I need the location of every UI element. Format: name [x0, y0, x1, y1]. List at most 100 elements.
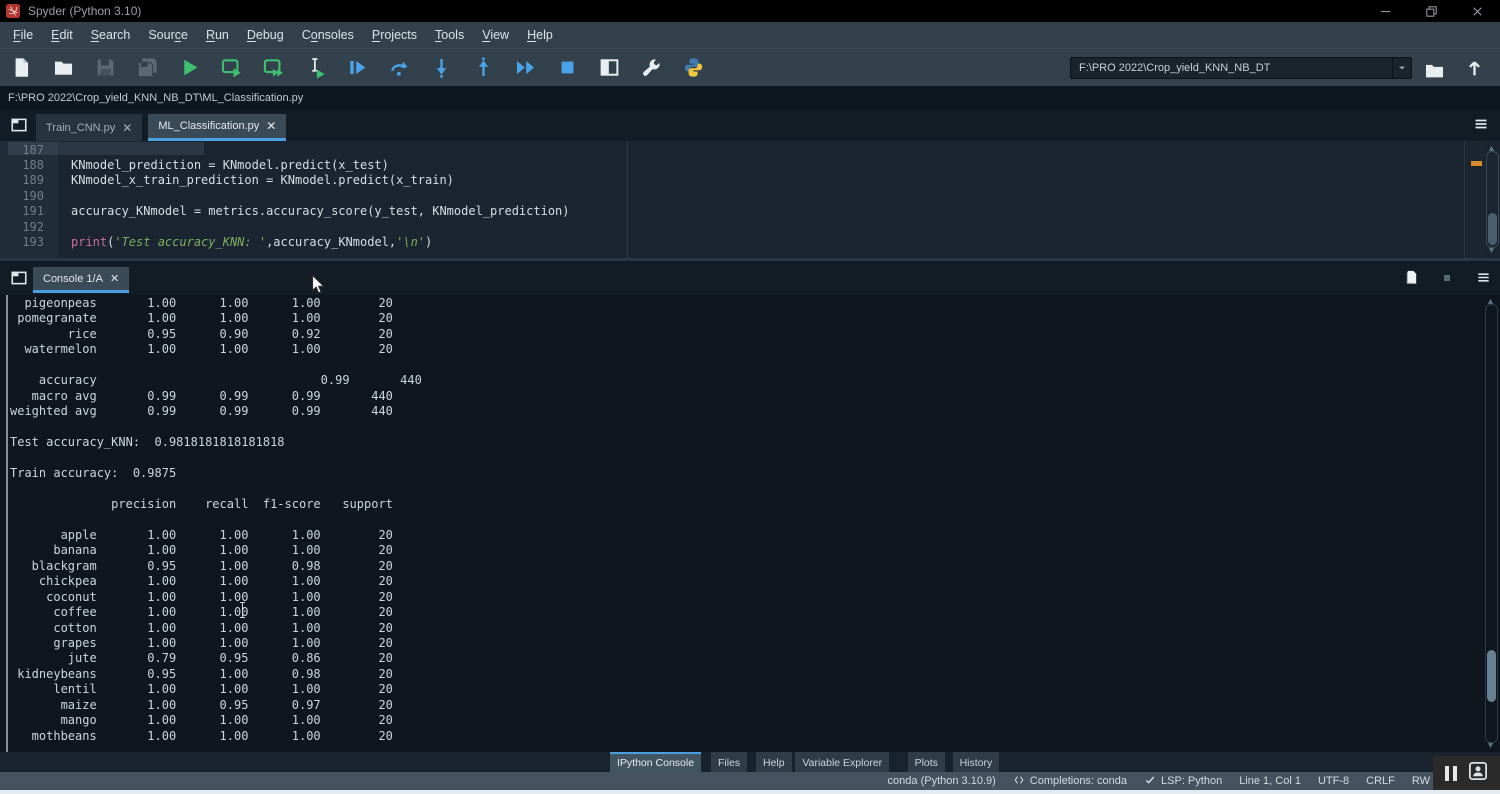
- preferences-button[interactable]: [630, 53, 672, 83]
- text-cursor: [239, 602, 246, 618]
- window-title: Spyder (Python 3.10): [28, 4, 141, 18]
- bottom-tab-files[interactable]: Files: [711, 752, 747, 772]
- interrupt-kernel-icon[interactable]: [1441, 271, 1453, 289]
- line-number: 190: [0, 189, 44, 204]
- console-tab[interactable]: Console 1/A ✕: [33, 267, 129, 293]
- run-selection-button[interactable]: [294, 53, 336, 83]
- menu-source[interactable]: Source: [139, 22, 197, 48]
- line-number: 189: [0, 173, 44, 188]
- menu-projects[interactable]: Projects: [363, 22, 426, 48]
- code-text: accuracy_KNmodel = metrics.accuracy_scor…: [44, 204, 570, 219]
- browse-console-tabs-icon[interactable]: [9, 269, 29, 287]
- code-text: print('Test accuracy_KNN: ',accuracy_KNm…: [44, 235, 432, 250]
- spyder-logo-icon: [6, 4, 20, 18]
- console-pane-icons: [1404, 269, 1492, 290]
- menubar: FileEditSearchSourceRunDebugConsolesProj…: [0, 22, 1500, 48]
- code-line-193[interactable]: 193print('Test accuracy_KNN: ',accuracy_…: [0, 235, 1450, 250]
- bottom-strip: [0, 790, 1500, 794]
- console-scrollbar[interactable]: ▲ ▼: [1484, 295, 1500, 752]
- window-controls: [1362, 0, 1500, 22]
- line-number: 187: [0, 143, 44, 158]
- step-into-button[interactable]: [420, 53, 462, 83]
- console-left-border: [6, 295, 8, 752]
- webcam-icon[interactable]: [1468, 761, 1488, 786]
- console-options-menu-icon[interactable]: [1475, 270, 1492, 290]
- step-out-button[interactable]: [462, 53, 504, 83]
- code-line-191[interactable]: 191accuracy_KNmodel = metrics.accuracy_s…: [0, 204, 1450, 219]
- bottom-tab-ipython-console[interactable]: IPython Console: [610, 752, 701, 772]
- close-icon[interactable]: ✕: [110, 272, 119, 285]
- code-line-190[interactable]: 190: [0, 189, 1450, 204]
- stop-debug-button[interactable]: [546, 53, 588, 83]
- maximize-pane-button[interactable]: [588, 53, 630, 83]
- console-text[interactable]: pigeonpeas 1.00 1.00 1.00 20 pomegranate…: [10, 296, 422, 744]
- menu-edit[interactable]: Edit: [42, 22, 82, 48]
- browse-working-directory-button[interactable]: [1414, 54, 1454, 84]
- bottom-tab-history[interactable]: History: [953, 752, 1000, 772]
- menu-debug[interactable]: Debug: [238, 22, 293, 48]
- menu-help[interactable]: Help: [518, 22, 562, 48]
- continue-execution-button[interactable]: [504, 53, 546, 83]
- status-utf-8: UTF-8: [1318, 775, 1349, 787]
- bottom-tab-plots[interactable]: Plots: [908, 752, 945, 772]
- line-number: 193: [0, 235, 44, 250]
- code-editor[interactable]: 187188KNmodel_prediction = KNmodel.predi…: [0, 141, 1500, 258]
- save-file-button: [84, 53, 126, 83]
- editor-scrollbar[interactable]: ▲ ▼: [1485, 141, 1500, 258]
- chevron-down-icon[interactable]: [1392, 58, 1411, 78]
- line-number: 191: [0, 204, 44, 219]
- restore-button[interactable]: [1408, 0, 1454, 22]
- recorder-overlay: [1433, 756, 1500, 790]
- titlebar: Spyder (Python 3.10): [0, 0, 1500, 22]
- warning-flag: [1471, 161, 1482, 166]
- bottom-tab-help[interactable]: Help: [756, 752, 792, 772]
- step-over-button[interactable]: [378, 53, 420, 83]
- new-console-icon[interactable]: [1404, 269, 1419, 290]
- new-file-button[interactable]: [0, 53, 42, 83]
- status-lsp-python: LSP: Python: [1144, 774, 1222, 789]
- menu-search[interactable]: Search: [82, 22, 140, 48]
- code-text: [44, 220, 71, 235]
- open-file-button[interactable]: [42, 53, 84, 83]
- debug-file-button[interactable]: [336, 53, 378, 83]
- menu-view[interactable]: View: [473, 22, 518, 48]
- menu-tools[interactable]: Tools: [426, 22, 473, 48]
- status-completions-conda: Completions: conda: [1013, 774, 1127, 789]
- edge-line-79col: [627, 141, 628, 258]
- working-directory-combobox[interactable]: F:\PRO 2022\Crop_yield_KNN_NB_DT: [1070, 57, 1412, 79]
- parent-directory-button[interactable]: [1454, 54, 1494, 84]
- spyder-window: Spyder (Python 3.10) FileEditSearchSourc…: [0, 0, 1500, 794]
- minimize-button[interactable]: [1362, 0, 1408, 22]
- status-crlf: CRLF: [1366, 775, 1395, 787]
- working-directory-value[interactable]: F:\PRO 2022\Crop_yield_KNN_NB_DT: [1071, 62, 1392, 74]
- pause-icon[interactable]: [1445, 766, 1457, 781]
- mouse-cursor: [310, 274, 326, 301]
- status-line-1-col-1: Line 1, Col 1: [1239, 775, 1301, 787]
- completions-icon: [1013, 774, 1025, 789]
- code-text: KNmodel_prediction = KNmodel.predict(x_t…: [44, 158, 389, 173]
- close-icon[interactable]: ✕: [122, 121, 132, 135]
- check-icon: [1144, 774, 1156, 789]
- close-icon[interactable]: ✕: [266, 119, 276, 133]
- close-button[interactable]: [1454, 0, 1500, 22]
- code-line-188[interactable]: 188KNmodel_prediction = KNmodel.predict(…: [0, 158, 1450, 173]
- ipython-console-output[interactable]: pigeonpeas 1.00 1.00 1.00 20 pomegranate…: [0, 295, 1500, 752]
- code-line-189[interactable]: 189KNmodel_x_train_prediction = KNmodel.…: [0, 173, 1450, 188]
- menu-run[interactable]: Run: [197, 22, 238, 48]
- browse-tabs-icon[interactable]: [9, 116, 29, 134]
- editor-tab-train-cnn-py[interactable]: Train_CNN.py ✕: [36, 114, 142, 141]
- code-line-192[interactable]: 192: [0, 220, 1450, 235]
- line-number: 192: [0, 220, 44, 235]
- python-path-manager-button[interactable]: [672, 53, 714, 83]
- menu-file[interactable]: File: [4, 22, 42, 48]
- editor-tab-ml-classification-py[interactable]: ML_Classification.py✕: [148, 114, 286, 141]
- bottom-tab-variable-explorer[interactable]: Variable Explorer: [795, 752, 889, 772]
- menu-consoles[interactable]: Consoles: [293, 22, 363, 48]
- code-text: [44, 143, 71, 158]
- run-file-button[interactable]: [168, 53, 210, 83]
- run-cell-button[interactable]: [210, 53, 252, 83]
- editor-options-menu-icon[interactable]: [1472, 116, 1492, 134]
- tab-label: Train_CNN.py: [46, 122, 115, 134]
- code-line-187[interactable]: 187: [0, 143, 1450, 158]
- run-cell-advance-button[interactable]: [252, 53, 294, 83]
